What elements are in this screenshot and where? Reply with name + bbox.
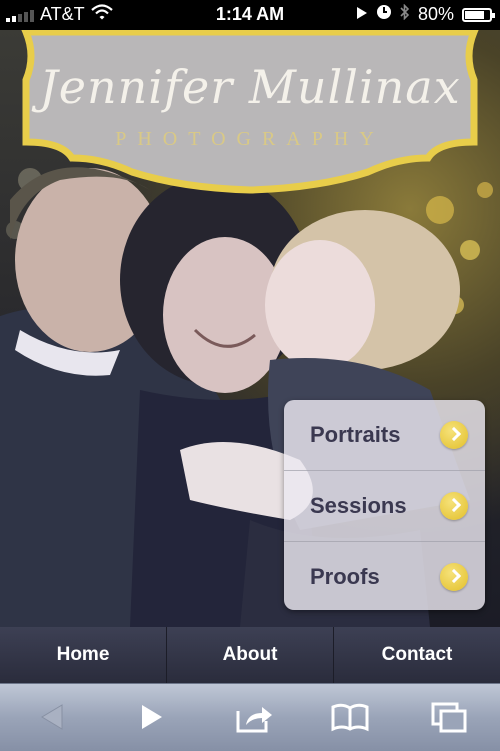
browser-toolbar bbox=[0, 683, 500, 751]
nav-contact[interactable]: Contact bbox=[334, 627, 500, 683]
bookmarks-icon bbox=[331, 703, 369, 732]
forward-icon bbox=[142, 705, 162, 729]
forward-button[interactable] bbox=[122, 684, 182, 751]
gallery-menu: Portraits Sessions Proofs bbox=[284, 400, 485, 610]
tabs-icon bbox=[431, 702, 467, 733]
chevron-right-icon bbox=[440, 563, 468, 591]
clock-icon bbox=[376, 4, 392, 25]
chevron-right-icon bbox=[440, 492, 468, 520]
back-button[interactable] bbox=[22, 684, 82, 751]
chevron-right-icon bbox=[440, 421, 468, 449]
battery-icon bbox=[462, 7, 495, 22]
logo-subtitle: PHOTOGRAPHY bbox=[115, 128, 385, 150]
menu-item-label: Portraits bbox=[310, 422, 401, 447]
menu-item-sessions[interactable]: Sessions bbox=[284, 471, 485, 542]
menu-item-label: Sessions bbox=[310, 493, 407, 518]
menu-item-proofs[interactable]: Proofs bbox=[284, 542, 485, 610]
share-icon bbox=[236, 707, 272, 733]
site-logo[interactable]: Jennifer Mullinax PHOTOGRAPHY bbox=[18, 30, 482, 196]
nav-about[interactable]: About bbox=[167, 627, 334, 683]
back-icon bbox=[41, 704, 63, 730]
play-status-icon bbox=[356, 4, 368, 25]
status-bar: AT&T 1:14 AM 80% bbox=[0, 0, 500, 30]
share-button[interactable] bbox=[222, 684, 282, 751]
logo-script-name: Jennifer Mullinax bbox=[39, 60, 461, 114]
nav-home[interactable]: Home bbox=[0, 627, 167, 683]
site-nav: Home About Contact bbox=[0, 627, 500, 683]
tabs-button[interactable] bbox=[418, 684, 478, 751]
menu-item-portraits[interactable]: Portraits bbox=[284, 400, 485, 471]
bookmarks-button[interactable] bbox=[318, 684, 378, 751]
battery-percent: 80% bbox=[417, 4, 454, 24]
bluetooth-icon bbox=[400, 3, 410, 25]
menu-item-label: Proofs bbox=[310, 564, 380, 589]
